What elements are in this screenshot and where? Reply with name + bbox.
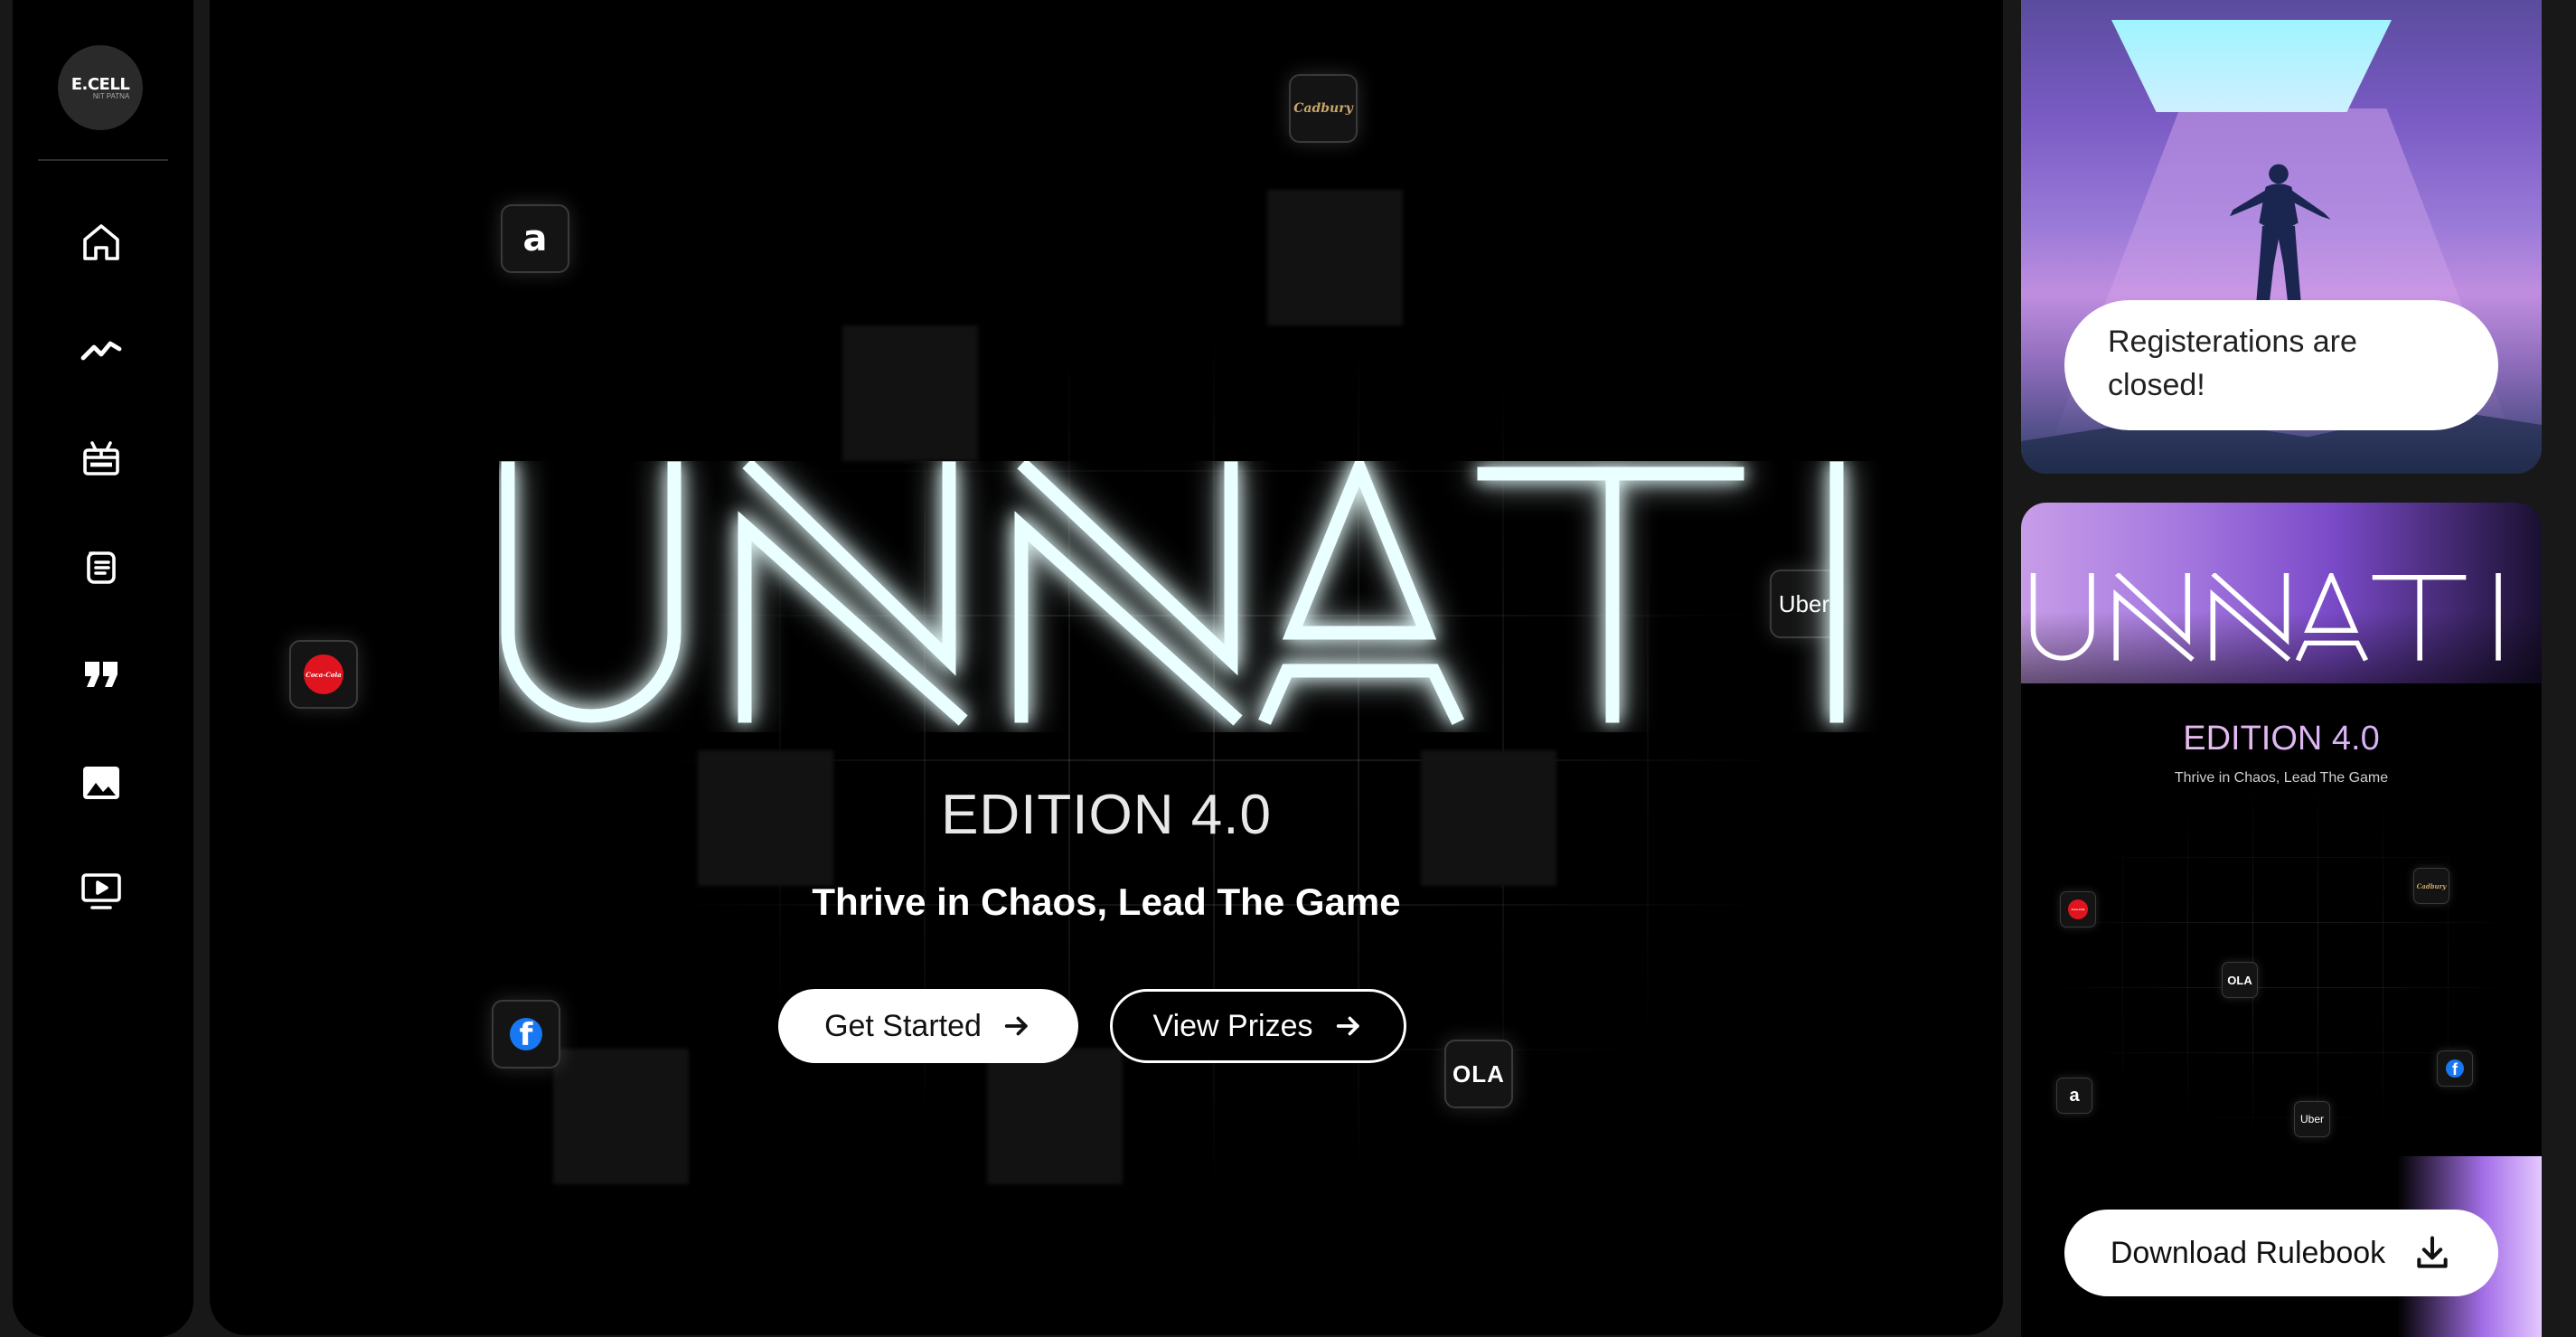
cocacola-badge: Coca-Cola bbox=[304, 654, 343, 694]
hero-title-unnati bbox=[501, 461, 1844, 726]
download-rulebook-label: Download Rulebook bbox=[2110, 1235, 2386, 1270]
amazon-letter: a bbox=[2069, 1085, 2080, 1106]
grid-tile bbox=[553, 1049, 689, 1184]
download-rulebook-button[interactable]: Download Rulebook bbox=[2064, 1210, 2498, 1296]
logo-text: E.CELL bbox=[71, 75, 130, 94]
ola-icon: OLA bbox=[2222, 962, 2258, 998]
ola-text: OLA bbox=[1453, 1059, 1505, 1087]
rulebook-edition: EDITION 4.0 bbox=[2021, 720, 2542, 758]
facebook-letter: f bbox=[519, 1018, 533, 1050]
registration-status-message: Registerations are closed! bbox=[2064, 300, 2498, 430]
sidebar: E.CELL NIT PATNA bbox=[13, 0, 193, 1337]
hero-panel: a Cadbury Uber Coca-Cola f OLA EDITION 4… bbox=[210, 0, 2003, 1335]
arrow-right-icon bbox=[1336, 1016, 1359, 1036]
view-prizes-label: View Prizes bbox=[1152, 1008, 1313, 1043]
sidebar-item-prizes[interactable] bbox=[76, 432, 127, 483]
grid-tile bbox=[1267, 190, 1403, 325]
cadbury-icon: Cadbury bbox=[1289, 74, 1358, 143]
grid-tile bbox=[842, 325, 978, 461]
hero-edition: EDITION 4.0 bbox=[941, 784, 1272, 846]
ola-icon: OLA bbox=[1444, 1040, 1513, 1108]
sidebar-item-stats[interactable] bbox=[76, 324, 127, 374]
sidebar-item-docs[interactable] bbox=[76, 541, 127, 591]
rulebook-card: EDITION 4.0 Thrive in Chaos, Lead The Ga… bbox=[2021, 503, 2542, 1337]
sidebar-item-testimonials[interactable] bbox=[76, 649, 127, 700]
hero-tagline: Thrive in Chaos, Lead The Game bbox=[812, 880, 1401, 923]
sidebar-item-home[interactable] bbox=[76, 217, 127, 268]
amazon-icon: a bbox=[501, 204, 569, 273]
facebook-icon: f bbox=[492, 1000, 560, 1069]
facebook-badge: f bbox=[2446, 1059, 2464, 1078]
get-started-button[interactable]: Get Started bbox=[778, 989, 1078, 1063]
download-icon bbox=[2417, 1236, 2448, 1268]
cadbury-text: Cadbury bbox=[2416, 881, 2447, 890]
quote-icon bbox=[85, 662, 118, 687]
person-illustration bbox=[2230, 164, 2331, 307]
grid-tile bbox=[987, 1049, 1123, 1184]
cocacola-icon: Coca-Cola bbox=[2060, 891, 2096, 927]
rulebook-title-unnati bbox=[2030, 573, 2501, 662]
arrow-right-icon bbox=[1004, 1016, 1028, 1036]
image-icon bbox=[83, 767, 119, 799]
ola-text: OLA bbox=[2227, 973, 2252, 987]
get-started-label: Get Started bbox=[824, 1008, 982, 1043]
video-icon bbox=[81, 873, 121, 909]
gift-icon bbox=[83, 441, 119, 475]
sidebar-item-gallery[interactable] bbox=[76, 758, 127, 808]
uber-icon: Uber bbox=[2294, 1101, 2330, 1137]
document-icon bbox=[87, 551, 116, 584]
cadbury-text: Cadbury bbox=[1293, 101, 1353, 116]
amazon-icon: a bbox=[2056, 1078, 2092, 1114]
cocacola-text: Coca-Cola bbox=[306, 670, 342, 679]
trend-icon bbox=[80, 341, 122, 361]
sidebar-divider bbox=[38, 159, 168, 161]
facebook-letter: f bbox=[2452, 1060, 2458, 1078]
sky-opening bbox=[2111, 20, 2392, 112]
ecell-logo[interactable]: E.CELL NIT PATNA bbox=[58, 45, 143, 130]
home-icon bbox=[83, 224, 119, 260]
facebook-badge: f bbox=[510, 1018, 542, 1050]
rulebook-tagline: Thrive in Chaos, Lead The Game bbox=[2174, 770, 2389, 786]
cadbury-icon: Cadbury bbox=[2413, 868, 2449, 904]
view-prizes-button[interactable]: View Prizes bbox=[1110, 989, 1406, 1063]
registration-card: Registerations are closed! bbox=[2021, 0, 2542, 474]
uber-text: Uber bbox=[2299, 1113, 2324, 1125]
facebook-icon: f bbox=[2437, 1050, 2473, 1087]
cocacola-icon: Coca-Cola bbox=[289, 640, 358, 709]
amazon-letter: a bbox=[522, 218, 548, 259]
cocacola-badge: Coca-Cola bbox=[2068, 899, 2088, 919]
sidebar-item-videos[interactable] bbox=[76, 866, 127, 917]
cocacola-text: Coca-Cola bbox=[2071, 908, 2085, 911]
